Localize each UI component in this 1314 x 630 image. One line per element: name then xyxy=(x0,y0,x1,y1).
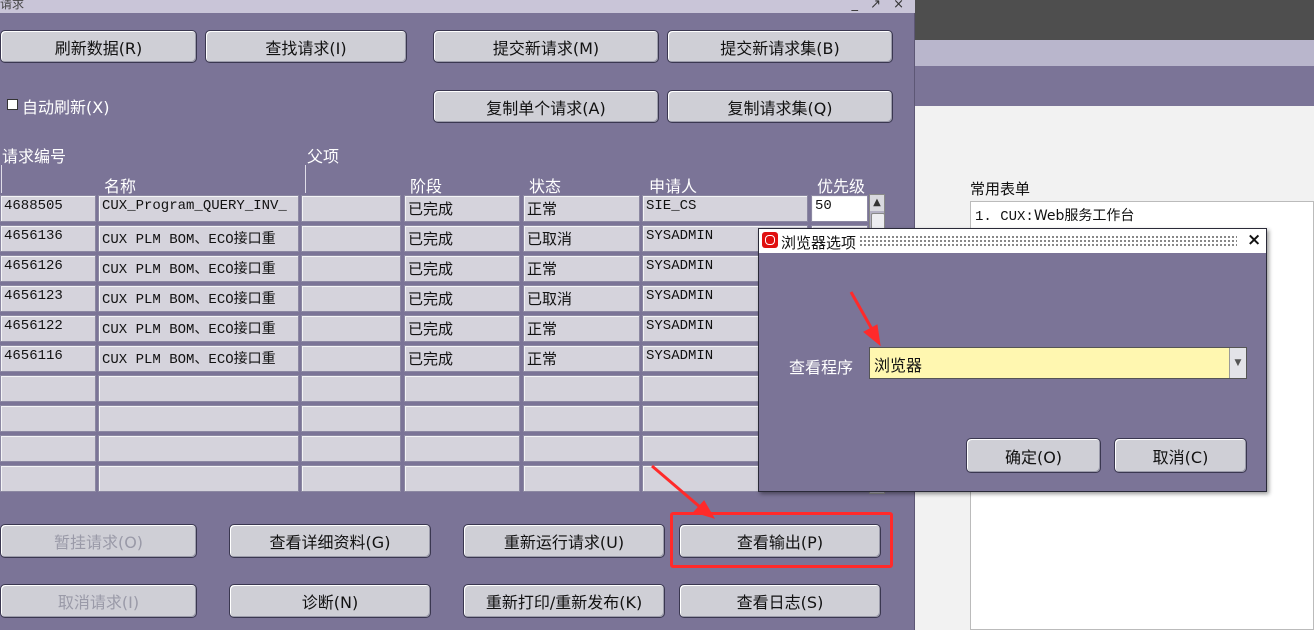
close-icon[interactable]: × xyxy=(1247,230,1261,250)
table-cell-phase[interactable]: 已完成 xyxy=(404,255,520,282)
viewer-value: 浏览器 xyxy=(874,356,923,375)
common-forms-title: 常用表单 xyxy=(970,180,1031,198)
table-cell-name[interactable]: CUX PLM BOM、ECO接口重 xyxy=(98,285,299,312)
table-cell-id[interactable]: 4656136 xyxy=(0,225,96,252)
cancel-request-button[interactable]: 取消请求(I) xyxy=(0,584,197,618)
table-cell-parent[interactable] xyxy=(301,405,401,432)
view-output-highlight-box xyxy=(670,512,893,568)
find-requests-button[interactable]: 查找请求(I) xyxy=(205,30,407,63)
table-cell-status[interactable] xyxy=(523,375,640,402)
table-cell-status[interactable]: 已取消 xyxy=(523,225,640,252)
copy-single-request-button[interactable]: 复制单个请求(A) xyxy=(433,90,659,123)
table-cell-parent[interactable] xyxy=(301,255,401,282)
background-dark-area xyxy=(915,0,1314,40)
common-form-item-number: 1. CUX: xyxy=(975,209,1034,225)
table-cell-name[interactable]: CUX PLM BOM、ECO接口重 xyxy=(98,315,299,342)
chevron-down-icon[interactable]: ▼ xyxy=(1229,348,1246,378)
table-cell-status[interactable]: 正常 xyxy=(523,255,640,282)
oracle-icon xyxy=(762,232,778,248)
header-separator xyxy=(305,165,306,193)
table-cell-id[interactable] xyxy=(0,375,96,402)
table-cell-status[interactable]: 正常 xyxy=(523,315,640,342)
background-band xyxy=(915,66,1314,106)
table-cell-status[interactable] xyxy=(523,435,640,462)
table-cell-parent[interactable] xyxy=(301,435,401,462)
header-phase: 阶段 xyxy=(410,177,443,196)
window-control-icons[interactable]: _ ↗ × xyxy=(851,0,908,12)
table-cell-parent[interactable] xyxy=(301,345,401,372)
submit-new-request-button[interactable]: 提交新请求(M) xyxy=(433,30,659,63)
viewer-label: 查看程序 xyxy=(789,358,854,377)
table-cell-status[interactable]: 已取消 xyxy=(523,285,640,312)
auto-refresh-checkbox[interactable] xyxy=(7,99,18,110)
header-request-id: 请求编号 xyxy=(2,147,67,166)
table-cell-parent[interactable] xyxy=(301,195,401,222)
table-cell-phase[interactable] xyxy=(404,405,520,432)
window-title: 请求 xyxy=(0,0,25,11)
header-separator xyxy=(1,165,2,193)
table-cell-parent[interactable] xyxy=(301,315,401,342)
table-cell-parent[interactable] xyxy=(301,465,401,492)
refresh-data-button[interactable]: 刷新数据(R) xyxy=(0,30,197,63)
table-cell-status[interactable]: 正常 xyxy=(523,195,640,222)
background-stripe xyxy=(915,40,1314,66)
table-cell-phase[interactable]: 已完成 xyxy=(404,315,520,342)
table-cell-name[interactable]: CUX PLM BOM、ECO接口重 xyxy=(98,255,299,282)
header-parent: 父项 xyxy=(307,147,340,166)
table-cell-id[interactable]: 4656123 xyxy=(0,285,96,312)
table-cell-status[interactable] xyxy=(523,465,640,492)
header-name: 名称 xyxy=(104,177,137,196)
table-cell-name[interactable] xyxy=(98,435,299,462)
table-cell-name[interactable] xyxy=(98,405,299,432)
submit-new-request-set-button[interactable]: 提交新请求集(B) xyxy=(667,30,893,63)
table-cell-parent[interactable] xyxy=(301,285,401,312)
scroll-up-icon[interactable]: ▲ xyxy=(870,195,884,211)
table-cell-id[interactable]: 4688505 xyxy=(0,195,96,222)
table-cell-name[interactable] xyxy=(98,465,299,492)
reprint-republish-button[interactable]: 重新打印/重新发布(K) xyxy=(463,584,665,618)
table-cell-name[interactable] xyxy=(98,375,299,402)
table-cell-name[interactable]: CUX PLM BOM、ECO接口重 xyxy=(98,225,299,252)
table-cell-status[interactable]: 正常 xyxy=(523,345,640,372)
table-cell-phase[interactable]: 已完成 xyxy=(404,285,520,312)
titlebar-pattern xyxy=(859,235,1237,247)
auto-refresh-label: 自动刷新(X) xyxy=(22,98,110,117)
table-cell-id[interactable]: 4656116 xyxy=(0,345,96,372)
common-form-item[interactable]: 1. CUX:Web服务工作台 xyxy=(975,205,1134,225)
table-cell-name[interactable]: CUX_Program_QUERY_INV_ xyxy=(98,195,299,222)
view-log-button[interactable]: 查看日志(S) xyxy=(679,584,881,618)
dialog-title: 浏览器选项 xyxy=(781,234,857,252)
table-cell-id[interactable]: 4656126 xyxy=(0,255,96,282)
table-cell-requestor[interactable]: SIE_CS xyxy=(642,195,808,222)
table-cell-id[interactable]: 4656122 xyxy=(0,315,96,342)
header-requestor: 申请人 xyxy=(649,177,698,196)
table-cell-status[interactable] xyxy=(523,405,640,432)
table-cell-parent[interactable] xyxy=(301,375,401,402)
table-cell-name[interactable]: CUX PLM BOM、ECO接口重 xyxy=(98,345,299,372)
rerun-request-button[interactable]: 重新运行请求(U) xyxy=(463,524,665,558)
header-priority: 优先级 xyxy=(817,177,866,196)
table-cell-phase[interactable] xyxy=(404,375,520,402)
cancel-button[interactable]: 取消(C) xyxy=(1114,438,1247,473)
copy-request-set-button[interactable]: 复制请求集(Q) xyxy=(667,90,893,123)
ok-button[interactable]: 确定(O) xyxy=(966,438,1101,473)
view-details-button[interactable]: 查看详细资料(G) xyxy=(229,524,431,558)
table-cell-id[interactable] xyxy=(0,405,96,432)
table-cell-phase[interactable]: 已完成 xyxy=(404,225,520,252)
table-cell-phase[interactable] xyxy=(404,435,520,462)
table-cell-phase[interactable] xyxy=(404,465,520,492)
table-cell-id[interactable] xyxy=(0,465,96,492)
window-titlebar: 请求 xyxy=(0,0,915,13)
table-cell-id[interactable] xyxy=(0,435,96,462)
viewer-select[interactable]: 浏览器 ▼ xyxy=(869,347,1247,379)
table-cell-phase[interactable]: 已完成 xyxy=(404,195,520,222)
diagnostics-button[interactable]: 诊断(N) xyxy=(229,584,431,618)
header-status: 状态 xyxy=(529,177,562,196)
table-cell-phase[interactable]: 已完成 xyxy=(404,345,520,372)
table-cell-parent[interactable] xyxy=(301,225,401,252)
common-form-item-label: Web服务工作台 xyxy=(1033,208,1135,224)
browser-options-dialog: 浏览器选项 × 查看程序 浏览器 ▼ 确定(O) 取消(C) xyxy=(758,228,1267,492)
table-cell-priority[interactable]: 50 xyxy=(811,195,868,222)
hold-request-button[interactable]: 暂挂请求(O) xyxy=(0,524,197,558)
